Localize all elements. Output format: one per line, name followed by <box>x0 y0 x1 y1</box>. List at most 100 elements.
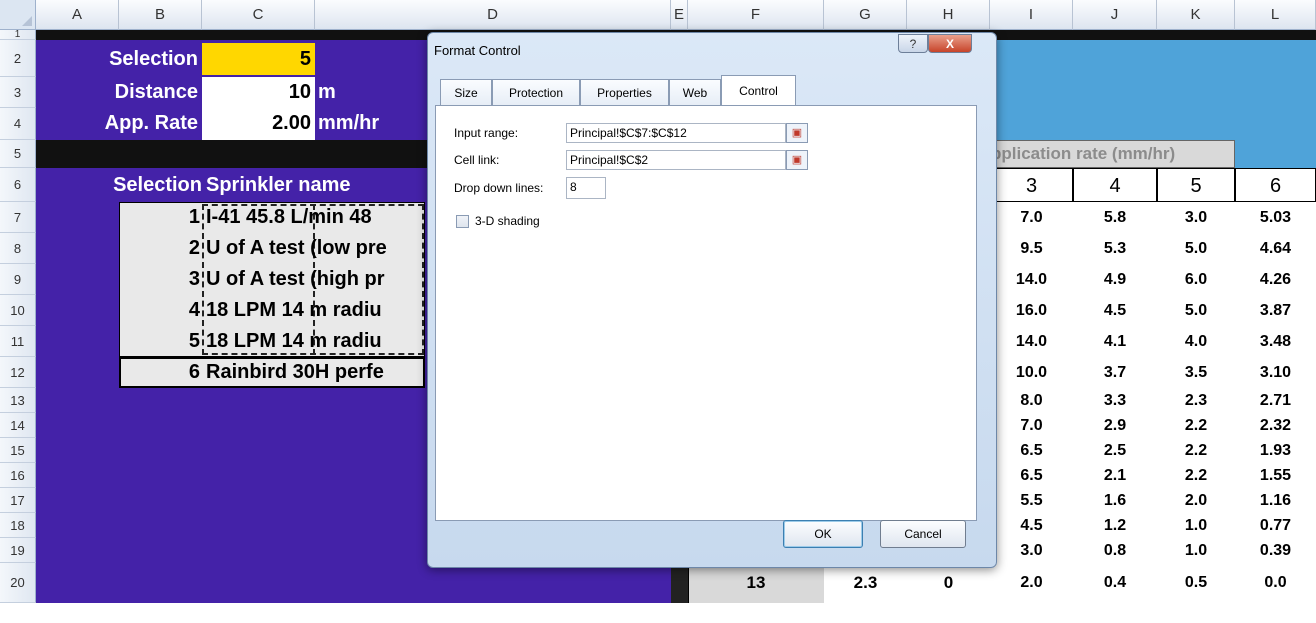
row-header-5[interactable]: 5 <box>0 140 36 168</box>
rate-cell[interactable]: 1.0 <box>1157 538 1235 563</box>
row-header-17[interactable]: 17 <box>0 488 36 513</box>
cancel-button[interactable]: Cancel <box>880 520 966 548</box>
rate-cell[interactable]: 0.4 <box>1073 563 1157 603</box>
row-header-12[interactable]: 12 <box>0 357 36 388</box>
column-header-h[interactable]: H <box>907 0 990 30</box>
rate-cell[interactable]: 2.0 <box>1157 488 1235 513</box>
rate-cell[interactable]: 3.48 <box>1235 326 1316 357</box>
rate-cell[interactable]: 4.5 <box>990 513 1073 538</box>
rate-cell[interactable]: 5.0 <box>1157 295 1235 326</box>
rate-cell[interactable]: 0.0 <box>1235 563 1316 603</box>
rate-cell[interactable]: 14.0 <box>990 326 1073 357</box>
rate-cell[interactable]: 5.0 <box>1157 233 1235 264</box>
cell-link-field[interactable]: Principal!$C$2 <box>566 150 786 170</box>
rate-cell[interactable]: 3.7 <box>1073 357 1157 388</box>
rate-cell[interactable]: 1.6 <box>1073 488 1157 513</box>
app-rate-value-cell[interactable]: 2.00 <box>202 108 315 140</box>
rate-cell[interactable]: 2.2 <box>1157 463 1235 488</box>
rate-cell[interactable]: 0.77 <box>1235 513 1316 538</box>
rate-cell[interactable]: 6.5 <box>990 463 1073 488</box>
row-header-3[interactable]: 3 <box>0 77 36 108</box>
rate-cell[interactable]: 3.0 <box>1157 202 1235 233</box>
row20-g-value[interactable]: 2.3 <box>824 563 907 603</box>
row-header-4[interactable]: 4 <box>0 108 36 140</box>
list-item-name[interactable]: U of A test (high pr <box>206 264 424 295</box>
drop-down-lines-field[interactable]: 8 <box>566 177 606 199</box>
ok-button[interactable]: OK <box>783 520 863 548</box>
column-header-j[interactable]: J <box>1073 0 1157 30</box>
rate-cell[interactable]: 1.55 <box>1235 463 1316 488</box>
tab-control[interactable]: Control <box>721 75 796 106</box>
cell-link-ref-icon[interactable]: ▣ <box>786 150 808 170</box>
rate-cell[interactable]: 3.10 <box>1235 357 1316 388</box>
list-item-name[interactable]: I-41 45.8 L/min 48 <box>206 202 424 233</box>
rate-cell[interactable]: 4.64 <box>1235 233 1316 264</box>
rate-cell[interactable]: 1.0 <box>1157 513 1235 538</box>
format-control-dialog[interactable]: Format Control ? X Size Protection Prope… <box>427 32 997 568</box>
tab-protection[interactable]: Protection <box>492 79 580 106</box>
rate-cell[interactable]: 0.8 <box>1073 538 1157 563</box>
row-header-9[interactable]: 9 <box>0 264 36 295</box>
rate-cell[interactable]: 2.2 <box>1157 438 1235 463</box>
row-header-13[interactable]: 13 <box>0 388 36 413</box>
rate-cell[interactable]: 6.0 <box>1157 264 1235 295</box>
column-header-a[interactable]: A <box>36 0 119 30</box>
rate-cell[interactable]: 2.71 <box>1235 388 1316 413</box>
rate-cell[interactable]: 2.9 <box>1073 413 1157 438</box>
list-item-name[interactable]: 18 LPM 14 m radiu <box>206 295 424 326</box>
rate-cell[interactable]: 2.5 <box>1073 438 1157 463</box>
distance-value-cell[interactable]: 10 <box>202 77 315 108</box>
row-header-10[interactable]: 10 <box>0 295 36 326</box>
row-header-8[interactable]: 8 <box>0 233 36 264</box>
row20-h-value[interactable]: 0 <box>907 563 990 603</box>
rate-cell[interactable]: 7.0 <box>990 202 1073 233</box>
rate-cell[interactable]: 5.8 <box>1073 202 1157 233</box>
rate-cell[interactable]: 6.5 <box>990 438 1073 463</box>
row-header-16[interactable]: 16 <box>0 463 36 488</box>
list-item-name[interactable]: Rainbird 30H perfe <box>206 357 424 388</box>
row-header-7[interactable]: 7 <box>0 202 36 233</box>
row-header-14[interactable]: 14 <box>0 413 36 438</box>
rate-cell[interactable]: 2.2 <box>1157 413 1235 438</box>
rate-cell[interactable]: 3.5 <box>1157 357 1235 388</box>
column-header-k[interactable]: K <box>1157 0 1235 30</box>
input-range-ref-icon[interactable]: ▣ <box>786 123 808 143</box>
rate-cell[interactable]: 7.0 <box>990 413 1073 438</box>
rate-cell[interactable]: 4.9 <box>1073 264 1157 295</box>
column-header-d[interactable]: D <box>315 0 671 30</box>
column-header-b[interactable]: B <box>119 0 202 30</box>
input-range-field[interactable]: Principal!$C$7:$C$12 <box>566 123 786 143</box>
list-item-name[interactable]: U of A test (low pre <box>206 233 424 264</box>
row-header-19[interactable]: 19 <box>0 538 36 563</box>
rate-cell[interactable]: 3.0 <box>990 538 1073 563</box>
column-header-f[interactable]: F <box>688 0 824 30</box>
row-header-18[interactable]: 18 <box>0 513 36 538</box>
rate-cell[interactable]: 4.5 <box>1073 295 1157 326</box>
rate-cell[interactable]: 16.0 <box>990 295 1073 326</box>
rate-cell[interactable]: 14.0 <box>990 264 1073 295</box>
rate-cell[interactable]: 2.3 <box>1157 388 1235 413</box>
rate-cell[interactable]: 1.16 <box>1235 488 1316 513</box>
rate-cell[interactable]: 1.93 <box>1235 438 1316 463</box>
rate-cell[interactable]: 10.0 <box>990 357 1073 388</box>
select-all-corner[interactable] <box>0 0 36 30</box>
list-item-name[interactable]: 18 LPM 14 m radiu <box>206 326 424 357</box>
shading-checkbox[interactable] <box>456 215 469 228</box>
close-button[interactable]: X <box>928 34 972 53</box>
rate-cell[interactable]: 4.1 <box>1073 326 1157 357</box>
row20-f-value[interactable]: 13 <box>688 563 824 603</box>
column-header-c[interactable]: C <box>202 0 315 30</box>
rate-cell[interactable]: 5.3 <box>1073 233 1157 264</box>
tab-web[interactable]: Web <box>669 79 721 106</box>
rate-cell[interactable]: 3.87 <box>1235 295 1316 326</box>
column-header-l[interactable]: L <box>1235 0 1316 30</box>
row-header-11[interactable]: 11 <box>0 326 36 357</box>
rate-cell[interactable]: 5.03 <box>1235 202 1316 233</box>
tab-size[interactable]: Size <box>440 79 492 106</box>
row-header-20[interactable]: 20 <box>0 563 36 603</box>
row-header-6[interactable]: 6 <box>0 168 36 202</box>
rate-cell[interactable]: 3.3 <box>1073 388 1157 413</box>
rate-cell[interactable]: 0.5 <box>1157 563 1235 603</box>
row-header-1[interactable]: 1 <box>0 30 36 40</box>
row-header-15[interactable]: 15 <box>0 438 36 463</box>
